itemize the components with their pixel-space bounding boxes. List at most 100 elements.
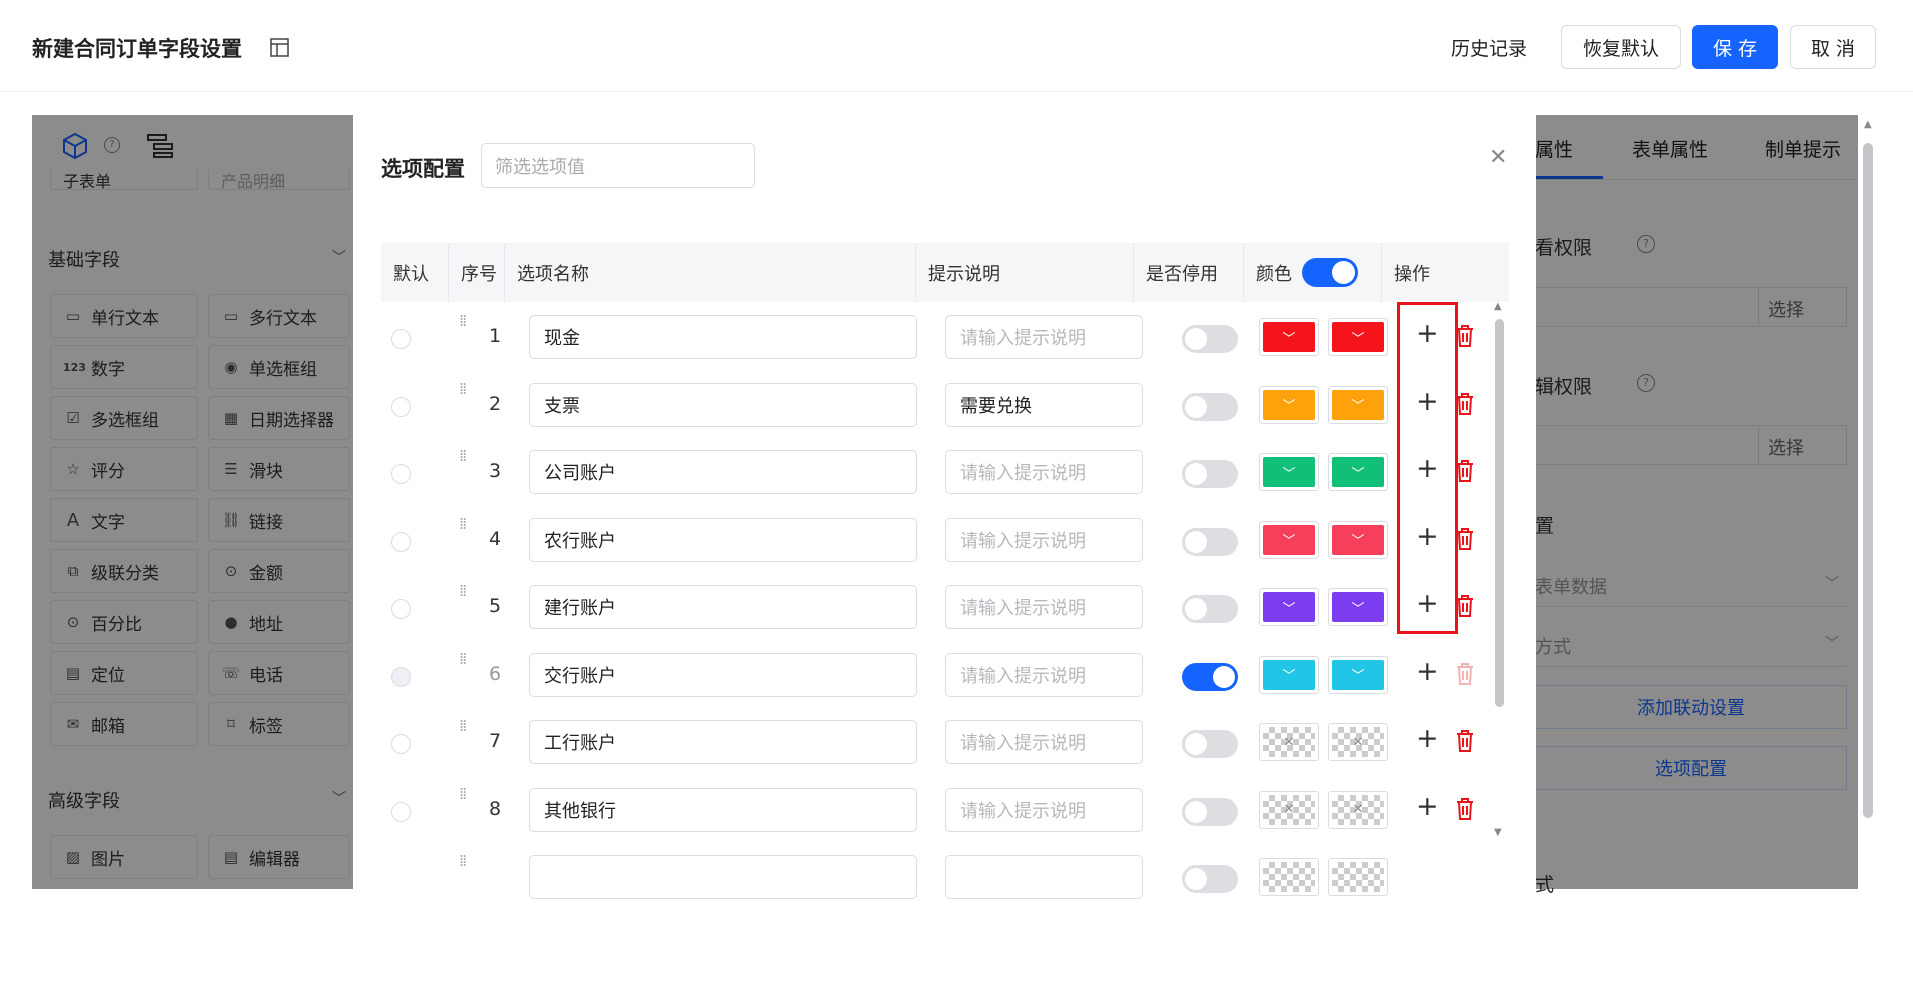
disable-switch[interactable] [1182,392,1238,421]
option-name-input[interactable]: 农行账户 [529,517,917,562]
scroll-up-icon[interactable]: ▲ [1494,301,1502,312]
drag-handle-icon[interactable]: ⁞⁞ [459,448,473,464]
add-option-button[interactable]: + [1416,724,1439,754]
table-scroll-thumb[interactable] [1495,319,1504,707]
hint-input[interactable]: 请输入提示说明 [945,517,1143,562]
drag-handle-icon[interactable]: ⁞⁞ [459,583,473,599]
drag-handle-icon[interactable]: ⁞⁞ [459,853,473,869]
delete-icon[interactable] [1455,797,1475,821]
drag-handle-icon[interactable]: ⁞⁞ [459,313,473,329]
drag-handle-icon[interactable]: ⁞⁞ [459,380,473,396]
save-button[interactable]: 保 存 [1692,25,1778,69]
table-scrollbar[interactable]: ▲ ▼ [1493,301,1507,845]
disable-switch[interactable] [1182,595,1238,623]
color-fill: ﹀ [1263,659,1315,690]
layout-icon[interactable] [270,38,289,57]
delete-icon[interactable] [1455,594,1475,618]
drag-handle-icon[interactable]: ⁞⁞ [459,785,473,801]
default-radio[interactable] [391,599,411,619]
default-radio[interactable] [391,464,411,484]
page-scroll-thumb[interactable] [1863,143,1873,818]
color-fill-empty: ✕ [1263,794,1315,825]
hint-input[interactable]: 请输入提示说明 [945,787,1143,832]
drag-handle-icon[interactable]: ⁞⁞ [459,515,473,531]
delete-icon[interactable] [1455,392,1475,416]
hint-input[interactable]: 请输入提示说明 [945,720,1143,764]
hint-input[interactable] [945,855,1143,899]
color-swatch-secondary[interactable]: ﹀ [1328,588,1388,626]
option-name-input[interactable]: 公司账户 [529,450,917,494]
delete-icon[interactable] [1455,459,1475,483]
default-radio[interactable] [391,531,411,552]
color-swatch-primary[interactable]: ﹀ [1259,655,1319,694]
option-name-input[interactable]: 建行账户 [529,585,917,629]
color-swatch-primary[interactable]: ﹀ [1259,588,1319,626]
color-enable-toggle[interactable] [1302,258,1358,287]
default-radio[interactable] [391,666,411,687]
option-name-input[interactable]: 现金 [529,315,917,359]
color-fill: ﹀ [1263,322,1315,352]
color-swatch-primary[interactable]: ✕ [1259,723,1319,761]
color-swatch-primary[interactable]: ﹀ [1259,318,1319,356]
option-row: ⁞⁞ 8 其他银行 请输入提示说明 ✕ ✕ + [381,776,1509,843]
color-swatch-secondary[interactable] [1328,858,1388,896]
color-swatch-primary[interactable]: ✕ [1259,790,1319,829]
color-fill: ﹀ [1263,524,1315,555]
color-fill-empty [1263,862,1315,892]
delete-icon[interactable] [1455,729,1475,753]
color-swatch-primary[interactable] [1259,858,1319,896]
color-swatch-secondary[interactable]: ﹀ [1328,385,1388,424]
hint-input[interactable]: 请输入提示说明 [945,652,1143,697]
option-name-input[interactable]: 工行账户 [529,720,917,764]
color-fill: ﹀ [1332,322,1384,352]
option-config-dialog: 选项配置 筛选选项值 ✕ 默认 序号 选项名称 提示说明 是否停用 颜色 操作 … [353,115,1536,899]
hint-input[interactable]: 请输入提示说明 [945,315,1143,359]
color-swatch-secondary[interactable]: ﹀ [1328,655,1388,694]
disable-switch[interactable] [1182,527,1238,556]
cancel-button[interactable]: 取 消 [1790,25,1876,69]
color-fill-empty: ✕ [1263,727,1315,757]
color-swatch-secondary[interactable]: ﹀ [1328,520,1388,559]
close-icon[interactable]: ✕ [1489,145,1507,170]
restore-default-button[interactable]: 恢复默认 [1561,25,1681,69]
hint-input[interactable]: 请输入提示说明 [945,450,1143,494]
option-row: ⁞⁞ 5 建行账户 请输入提示说明 ﹀ ﹀ + [381,573,1509,640]
default-radio[interactable] [391,396,411,417]
disable-switch[interactable] [1182,460,1238,488]
option-name-input[interactable]: 交行账户 [529,652,917,697]
option-row: ⁞⁞ 1 现金 请输入提示说明 ﹀ ﹀ + [381,303,1509,370]
default-radio[interactable] [391,801,411,822]
filter-options-input[interactable]: 筛选选项值 [481,143,755,188]
history-button[interactable]: 历史记录 [1437,25,1541,69]
delete-icon[interactable] [1455,662,1475,686]
disable-switch[interactable] [1182,325,1238,353]
disable-switch[interactable] [1182,662,1238,691]
scroll-up-icon[interactable]: ▲ [1864,119,1872,130]
hint-input[interactable]: 请输入提示说明 [945,585,1143,629]
color-swatch-secondary[interactable]: ✕ [1328,723,1388,761]
page-scrollbar[interactable]: ▲ [1862,115,1874,889]
color-swatch-primary[interactable]: ﹀ [1259,520,1319,559]
color-swatch-secondary[interactable]: ﹀ [1328,453,1388,491]
default-radio[interactable] [391,734,411,754]
option-name-input[interactable]: 其他银行 [529,787,917,832]
scroll-down-icon[interactable]: ▼ [1494,827,1502,838]
delete-icon[interactable] [1455,527,1475,551]
add-option-button[interactable]: + [1416,656,1439,687]
disable-switch[interactable] [1182,797,1238,826]
color-swatch-secondary[interactable]: ✕ [1328,790,1388,829]
color-swatch-primary[interactable]: ﹀ [1259,385,1319,424]
color-fill: ﹀ [1332,659,1384,690]
default-radio[interactable] [391,329,411,349]
option-name-input[interactable]: 支票 [529,382,917,427]
color-swatch-secondary[interactable]: ﹀ [1328,318,1388,356]
drag-handle-icon[interactable]: ⁞⁞ [459,650,473,666]
hint-input[interactable]: 需要兑换 [945,382,1143,427]
col-option-name: 选项名称 [505,243,916,302]
delete-icon[interactable] [1455,324,1475,348]
add-option-button[interactable]: + [1416,791,1439,822]
option-name-input[interactable] [529,855,917,899]
disable-switch[interactable] [1182,730,1238,758]
color-swatch-primary[interactable]: ﹀ [1259,453,1319,491]
drag-handle-icon[interactable]: ⁞⁞ [459,718,473,734]
